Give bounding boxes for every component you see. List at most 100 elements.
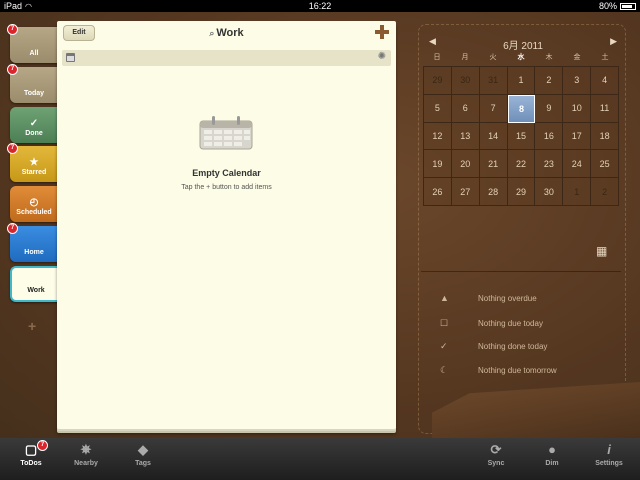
sync-icon: ⟳ bbox=[490, 442, 502, 457]
list-tab-label: Work bbox=[27, 287, 45, 294]
weekday-label: 日 bbox=[433, 54, 441, 61]
divider bbox=[421, 271, 621, 272]
calendar-day-today[interactable]: 8 bbox=[507, 94, 536, 123]
calendar-day[interactable]: 6 bbox=[451, 94, 480, 123]
calendar-switch-icon[interactable]: ▦ bbox=[596, 244, 607, 258]
summary-due-today: ☐ Nothing due today bbox=[440, 318, 543, 328]
add-list-plus-icon[interactable]: + bbox=[28, 318, 36, 334]
summary-overdue: ▲ Nothing overdue bbox=[440, 293, 537, 303]
tab-tags[interactable]: ◆ Tags bbox=[118, 442, 168, 467]
list-tab-today[interactable]: 7 Today bbox=[7, 64, 58, 103]
calendar-day[interactable]: 3 bbox=[563, 67, 592, 95]
tab-sync[interactable]: ⟳ Sync bbox=[471, 442, 521, 467]
calendar-day[interactable]: 28 bbox=[479, 178, 508, 206]
summary-due-tomorrow: ☾ Nothing due tomorrow bbox=[440, 365, 557, 375]
battery-icon bbox=[620, 3, 636, 10]
calendar-day[interactable]: 18 bbox=[591, 122, 619, 151]
list-tab-label: Starred bbox=[21, 169, 47, 176]
calendar-day[interactable]: 30 bbox=[535, 178, 564, 206]
badge: 7 bbox=[37, 440, 48, 451]
star-icon: ★ bbox=[29, 157, 39, 168]
empty-subtitle: Tap the + button to add items bbox=[181, 184, 272, 191]
calendar-day[interactable]: 15 bbox=[507, 122, 536, 151]
weekday-label: 火 bbox=[489, 54, 497, 61]
calendar-day[interactable]: 20 bbox=[451, 150, 480, 179]
gear-icon[interactable]: ✺ bbox=[378, 51, 386, 62]
calendar-day[interactable]: 21 bbox=[479, 150, 508, 179]
calendar-day[interactable]: 1 bbox=[507, 67, 536, 95]
calendar-day[interactable]: 12 bbox=[424, 122, 452, 151]
list-tab-label: Scheduled bbox=[16, 209, 52, 216]
calendar-day[interactable]: 7 bbox=[479, 94, 508, 123]
weekday-label: 月 bbox=[461, 54, 469, 61]
weekday-row: 日 月 火 水 木 金 土 bbox=[423, 52, 619, 64]
summary-done-today: ✓ Nothing done today bbox=[440, 341, 548, 351]
warning-icon: ▲ bbox=[440, 293, 449, 303]
calendar-day[interactable]: 5 bbox=[424, 94, 452, 123]
calendar-day[interactable]: 29 bbox=[507, 178, 536, 206]
badge: 7 bbox=[7, 24, 18, 35]
empty-title: Empty Calendar bbox=[192, 168, 261, 178]
todos-icon: ▢ bbox=[24, 442, 38, 457]
list-tab-starred[interactable]: 7 ★ Starred bbox=[7, 143, 58, 182]
calendar-grid: 29 30 31 1 2 3 4 5 6 7 8 9 10 11 12 13 1… bbox=[423, 66, 619, 206]
calendar-day[interactable]: 4 bbox=[591, 67, 619, 95]
weekday-label: 木 bbox=[545, 54, 553, 61]
tab-settings[interactable]: i Settings bbox=[584, 442, 634, 467]
calendar-day[interactable]: 23 bbox=[535, 150, 564, 179]
calendar-day[interactable]: 2 bbox=[535, 67, 564, 95]
list-tab-home[interactable]: 7 Home bbox=[7, 223, 58, 262]
calendar-day[interactable]: 24 bbox=[563, 150, 592, 179]
battery-status: 80% bbox=[599, 1, 636, 11]
list-tab-label: All bbox=[29, 50, 39, 57]
tab-dim[interactable]: ● Dim bbox=[527, 442, 577, 467]
empty-calendar-icon bbox=[199, 116, 253, 150]
list-tab-label: Home bbox=[24, 249, 44, 256]
list-tab-all[interactable]: 7 All bbox=[7, 24, 58, 63]
calendar-day[interactable]: 13 bbox=[451, 122, 480, 151]
next-month-icon[interactable]: ▶ bbox=[610, 36, 617, 47]
calendar-day[interactable]: 19 bbox=[424, 150, 452, 179]
clock-icon: ◴ bbox=[29, 197, 39, 208]
page-title: ⌕ Work bbox=[209, 27, 244, 39]
calendar-day[interactable]: 14 bbox=[479, 122, 508, 151]
calendar-day[interactable]: 17 bbox=[563, 122, 592, 151]
notepad-toolbar: ✺ bbox=[62, 50, 391, 66]
list-tab-done[interactable]: ✓ Done bbox=[10, 107, 58, 143]
calendar-day[interactable]: 9 bbox=[535, 94, 564, 123]
calendar-header: ◀ 6月 2011 ▶ bbox=[423, 32, 623, 52]
status-bar: iPad ◠ 16:22 80% bbox=[0, 0, 640, 12]
list-tab-label: Today bbox=[23, 90, 45, 97]
check-icon: ✓ bbox=[440, 341, 448, 351]
badge: 7 bbox=[7, 143, 18, 154]
moon-icon: ☾ bbox=[440, 365, 449, 375]
calendar-day[interactable]: 31 bbox=[479, 67, 508, 95]
weekday-label: 金 bbox=[573, 54, 581, 61]
weekday-label: 水 bbox=[517, 54, 525, 61]
compass-icon: ✵ bbox=[80, 442, 92, 457]
search-icon: ⌕ bbox=[209, 28, 215, 38]
calendar-day[interactable]: 16 bbox=[535, 122, 564, 151]
add-item-plus-icon[interactable] bbox=[375, 25, 389, 39]
tab-nearby[interactable]: ✵ Nearby bbox=[61, 442, 111, 467]
calendar-day[interactable]: 29 bbox=[424, 67, 452, 95]
month-title: 6月 2011 bbox=[503, 41, 543, 52]
calendar-day[interactable]: 22 bbox=[507, 150, 536, 179]
list-tab-work[interactable]: Work bbox=[10, 266, 60, 302]
calendar-day[interactable]: 10 bbox=[563, 94, 592, 123]
badge: 7 bbox=[7, 64, 18, 75]
bottom-tab-bar: ▢ 7 ToDos ✵ Nearby ◆ Tags ⟳ Sync ● Dim i… bbox=[0, 438, 640, 480]
info-icon: i bbox=[607, 442, 611, 457]
calendar-day[interactable]: 25 bbox=[591, 150, 619, 179]
calendar-icon[interactable] bbox=[66, 53, 75, 62]
calendar-day[interactable]: 27 bbox=[451, 178, 480, 206]
calendar-day[interactable]: 30 bbox=[451, 67, 480, 95]
tab-todos[interactable]: ▢ 7 ToDos bbox=[6, 440, 56, 467]
calendar-day[interactable]: 26 bbox=[424, 178, 452, 206]
list-tab-scheduled[interactable]: ◴ Scheduled bbox=[10, 186, 58, 222]
badge: 7 bbox=[7, 223, 18, 234]
calendar-day[interactable]: 11 bbox=[591, 94, 619, 123]
calendar-day[interactable]: 2 bbox=[591, 178, 619, 206]
lightbulb-icon: ● bbox=[548, 442, 556, 457]
calendar-day[interactable]: 1 bbox=[563, 178, 592, 206]
